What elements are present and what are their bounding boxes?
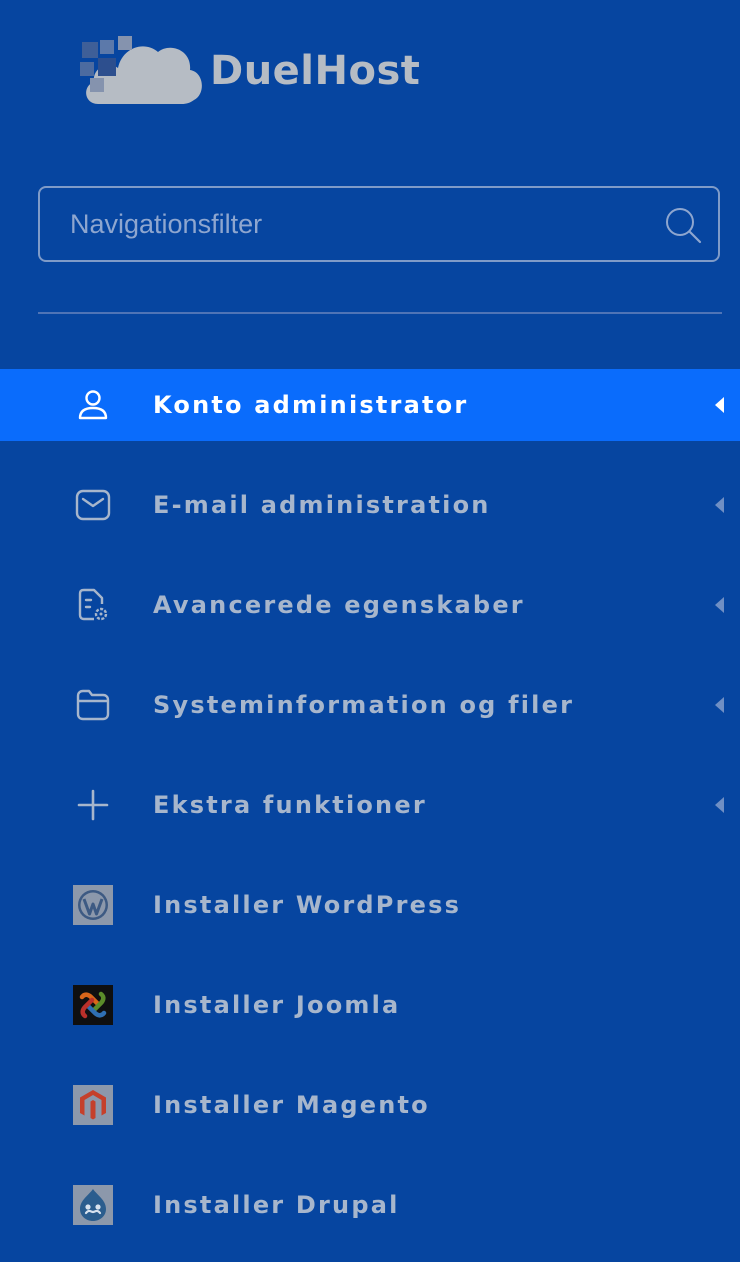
menu-item-label: Installer Joomla <box>153 991 401 1019</box>
brand-logo[interactable]: DuelHost <box>78 34 420 108</box>
menu-item-label: E-mail administration <box>153 491 491 519</box>
menu-item-label: Installer WordPress <box>153 891 462 919</box>
caret-left-icon <box>715 797 724 813</box>
magento-icon <box>73 1085 113 1125</box>
caret-left-icon <box>715 597 724 613</box>
plus-icon <box>73 785 113 825</box>
menu-item-label: Konto administrator <box>153 391 469 419</box>
menu-item-ekstra-funktioner[interactable]: Ekstra funktioner <box>0 769 740 841</box>
caret-left-icon <box>715 397 724 413</box>
menu-item-label: Installer Drupal <box>153 1191 400 1219</box>
document-settings-icon <box>73 585 113 625</box>
caret-left-icon <box>715 697 724 713</box>
folder-icon <box>73 685 113 725</box>
menu-item-installer-magento[interactable]: Installer Magento <box>0 1069 740 1141</box>
menu-item-label: Installer Magento <box>153 1091 430 1119</box>
menu-item-konto-administrator[interactable]: Konto administrator <box>0 369 740 441</box>
sidebar: DuelHost Konto administrator <box>0 0 740 1262</box>
menu-item-email-administration[interactable]: E-mail administration <box>0 469 740 541</box>
menu-item-label: Systeminformation og filer <box>153 691 575 719</box>
joomla-icon <box>73 985 113 1025</box>
menu-item-label: Ekstra funktioner <box>153 791 427 819</box>
menu-item-installer-joomla[interactable]: Installer Joomla <box>0 969 740 1041</box>
menu-item-label: Avancerede egenskaber <box>153 591 525 619</box>
caret-left-icon <box>715 497 724 513</box>
envelope-icon <box>73 485 113 525</box>
menu-item-avancerede-egenskaber[interactable]: Avancerede egenskaber <box>0 569 740 641</box>
navigation-filter <box>38 186 720 262</box>
user-icon <box>73 385 113 425</box>
navigation-menu: Konto administrator E-mail administratio… <box>0 369 740 1262</box>
menu-item-systeminformation-og-filer[interactable]: Systeminformation og filer <box>0 669 740 741</box>
search-icon[interactable] <box>664 206 702 244</box>
navigation-filter-input[interactable] <box>70 188 650 260</box>
menu-item-installer-drupal[interactable]: Installer Drupal <box>0 1169 740 1241</box>
divider <box>38 312 722 314</box>
cloud-logo-icon <box>80 36 202 104</box>
wordpress-icon <box>73 885 113 925</box>
menu-item-installer-wordpress[interactable]: Installer WordPress <box>0 869 740 941</box>
drupal-icon <box>73 1185 113 1225</box>
brand-name: DuelHost <box>210 48 421 94</box>
